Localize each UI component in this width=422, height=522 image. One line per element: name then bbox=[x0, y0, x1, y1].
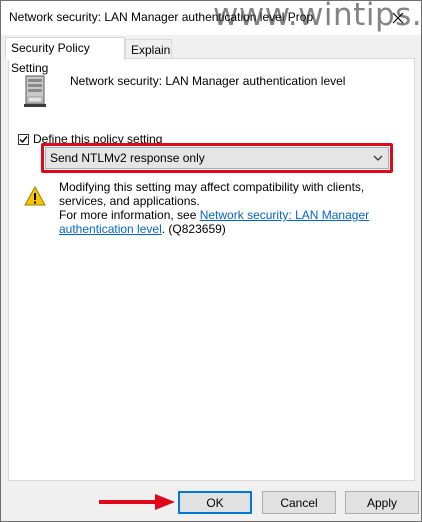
warning-message: Modifying this setting may affect compat… bbox=[59, 180, 399, 236]
title-bar[interactable]: Network security: LAN Manager authentica… bbox=[1, 1, 421, 35]
ok-button[interactable]: OK bbox=[178, 491, 252, 514]
tab-strip: Security Policy Setting Explain bbox=[1, 35, 421, 75]
tab-panel: Network security: LAN Manager authentica… bbox=[8, 58, 415, 481]
close-button[interactable] bbox=[375, 1, 421, 35]
server-icon bbox=[24, 75, 46, 107]
define-policy-checkbox[interactable] bbox=[18, 133, 29, 145]
annotation-arrow-icon bbox=[99, 494, 175, 510]
warning-line: Modifying this setting may affect compat… bbox=[59, 180, 365, 208]
dropdown-selected-value: Send NTLMv2 response only bbox=[50, 151, 205, 165]
authentication-level-dropdown[interactable]: Send NTLMv2 response only bbox=[45, 147, 389, 169]
policy-name: Network security: LAN Manager authentica… bbox=[70, 74, 346, 88]
more-info-suffix: . (Q823659) bbox=[161, 222, 226, 236]
close-icon bbox=[392, 12, 404, 24]
button-bar: OK Cancel Apply bbox=[1, 481, 421, 521]
properties-dialog: Network security: LAN Manager authentica… bbox=[0, 0, 422, 522]
cancel-button[interactable]: Cancel bbox=[262, 491, 336, 514]
more-info-line: For more information, see Network securi… bbox=[59, 208, 399, 236]
apply-button[interactable]: Apply bbox=[345, 491, 419, 514]
warning-icon bbox=[24, 186, 46, 206]
chevron-down-icon bbox=[368, 148, 388, 168]
tab-explain[interactable]: Explain bbox=[125, 39, 172, 59]
checkmark-icon bbox=[19, 135, 28, 143]
more-info-prefix: For more information, see bbox=[59, 208, 200, 222]
tab-security-policy-setting[interactable]: Security Policy Setting bbox=[5, 37, 125, 75]
